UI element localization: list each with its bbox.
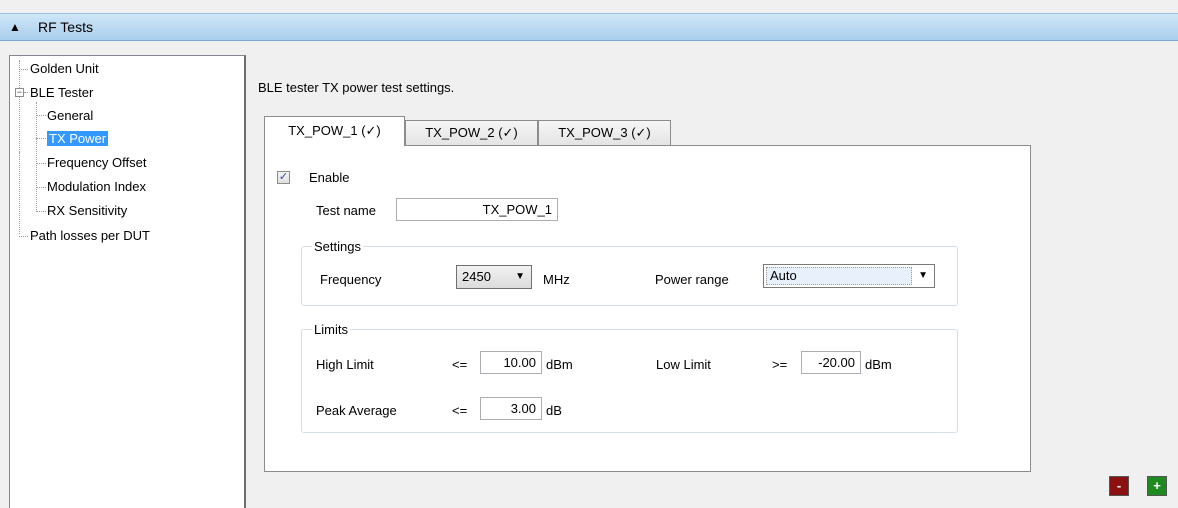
page-description: BLE tester TX power test settings. bbox=[258, 80, 455, 95]
header-title: RF Tests bbox=[38, 19, 93, 35]
tree-connector bbox=[24, 92, 28, 93]
add-button[interactable]: + bbox=[1147, 476, 1167, 496]
tree-item-ble-tester[interactable]: BLE Tester bbox=[30, 84, 93, 101]
tab-tx-pow-3[interactable]: TX_POW_3 (✓) bbox=[538, 120, 671, 145]
high-limit-unit: dBm bbox=[546, 357, 573, 372]
power-range-value: Auto bbox=[766, 267, 912, 285]
settings-group-title: Settings bbox=[312, 239, 363, 254]
tab-tx-pow-1[interactable]: TX_POW_1 (✓) bbox=[264, 116, 405, 146]
tab-panel-tx-pow-1: ✓ Enable Test name TX_POW_1 Settings Fre… bbox=[264, 145, 1031, 472]
chevron-down-icon: ▼ bbox=[918, 270, 928, 281]
high-limit-operator: <= bbox=[452, 357, 468, 372]
tree-connector bbox=[36, 115, 46, 116]
limits-group bbox=[301, 329, 958, 433]
frequency-dropdown[interactable]: 2450 ▼ bbox=[456, 265, 532, 289]
low-limit-operator: >= bbox=[772, 357, 788, 372]
tree-connector bbox=[36, 211, 46, 212]
high-limit-label: High Limit bbox=[316, 357, 374, 372]
power-range-dropdown[interactable]: Auto ▼ bbox=[763, 264, 935, 288]
test-name-label: Test name bbox=[316, 203, 376, 218]
test-name-field[interactable]: TX_POW_1 bbox=[396, 198, 558, 221]
low-limit-field[interactable]: -20.00 bbox=[801, 351, 861, 374]
tree-connector bbox=[36, 187, 46, 188]
tree-view[interactable]: − Golden Unit BLE Tester General TX Powe… bbox=[9, 55, 246, 508]
tree-item-path-losses[interactable]: Path losses per DUT bbox=[30, 227, 150, 244]
frequency-unit: MHz bbox=[543, 272, 570, 287]
tree-item-frequency-offset[interactable]: Frequency Offset bbox=[47, 154, 146, 171]
chevron-down-icon: ▼ bbox=[515, 271, 525, 282]
enable-label: Enable bbox=[309, 170, 350, 185]
limits-group-title: Limits bbox=[312, 322, 350, 337]
tree-item-modulation-index[interactable]: Modulation Index bbox=[47, 178, 146, 195]
tree-connector bbox=[36, 102, 37, 210]
frequency-value: 2450 bbox=[462, 269, 491, 284]
low-limit-unit: dBm bbox=[865, 357, 892, 372]
high-limit-field[interactable]: 10.00 bbox=[480, 351, 542, 374]
peak-average-unit: dB bbox=[546, 403, 562, 418]
peak-average-label: Peak Average bbox=[316, 403, 397, 418]
enable-checkbox[interactable]: ✓ bbox=[277, 171, 290, 184]
frequency-label: Frequency bbox=[320, 272, 382, 287]
tab-tx-pow-2[interactable]: TX_POW_2 (✓) bbox=[405, 120, 538, 145]
tree-connector bbox=[36, 138, 46, 139]
tree-item-golden-unit[interactable]: Golden Unit bbox=[30, 60, 99, 77]
tree-connector bbox=[19, 60, 20, 152]
power-range-label: Power range bbox=[655, 272, 729, 287]
rf-tests-header[interactable]: ▲ RF Tests bbox=[0, 13, 1178, 41]
peak-average-field[interactable]: 3.00 bbox=[480, 397, 542, 420]
collapse-arrow-icon[interactable]: ▲ bbox=[9, 20, 23, 34]
collapse-node-icon[interactable]: − bbox=[15, 88, 24, 97]
tree-connector bbox=[19, 152, 20, 234]
tree-item-rx-sensitivity[interactable]: RX Sensitivity bbox=[47, 202, 127, 219]
low-limit-label: Low Limit bbox=[656, 357, 711, 372]
peak-average-operator: <= bbox=[452, 403, 468, 418]
tree-item-general[interactable]: General bbox=[47, 107, 93, 124]
tree-connector bbox=[19, 236, 28, 237]
tree-connector bbox=[19, 69, 28, 70]
remove-button[interactable]: - bbox=[1109, 476, 1129, 496]
tree-item-tx-power[interactable]: TX Power bbox=[47, 130, 109, 147]
tree-connector bbox=[36, 163, 46, 164]
